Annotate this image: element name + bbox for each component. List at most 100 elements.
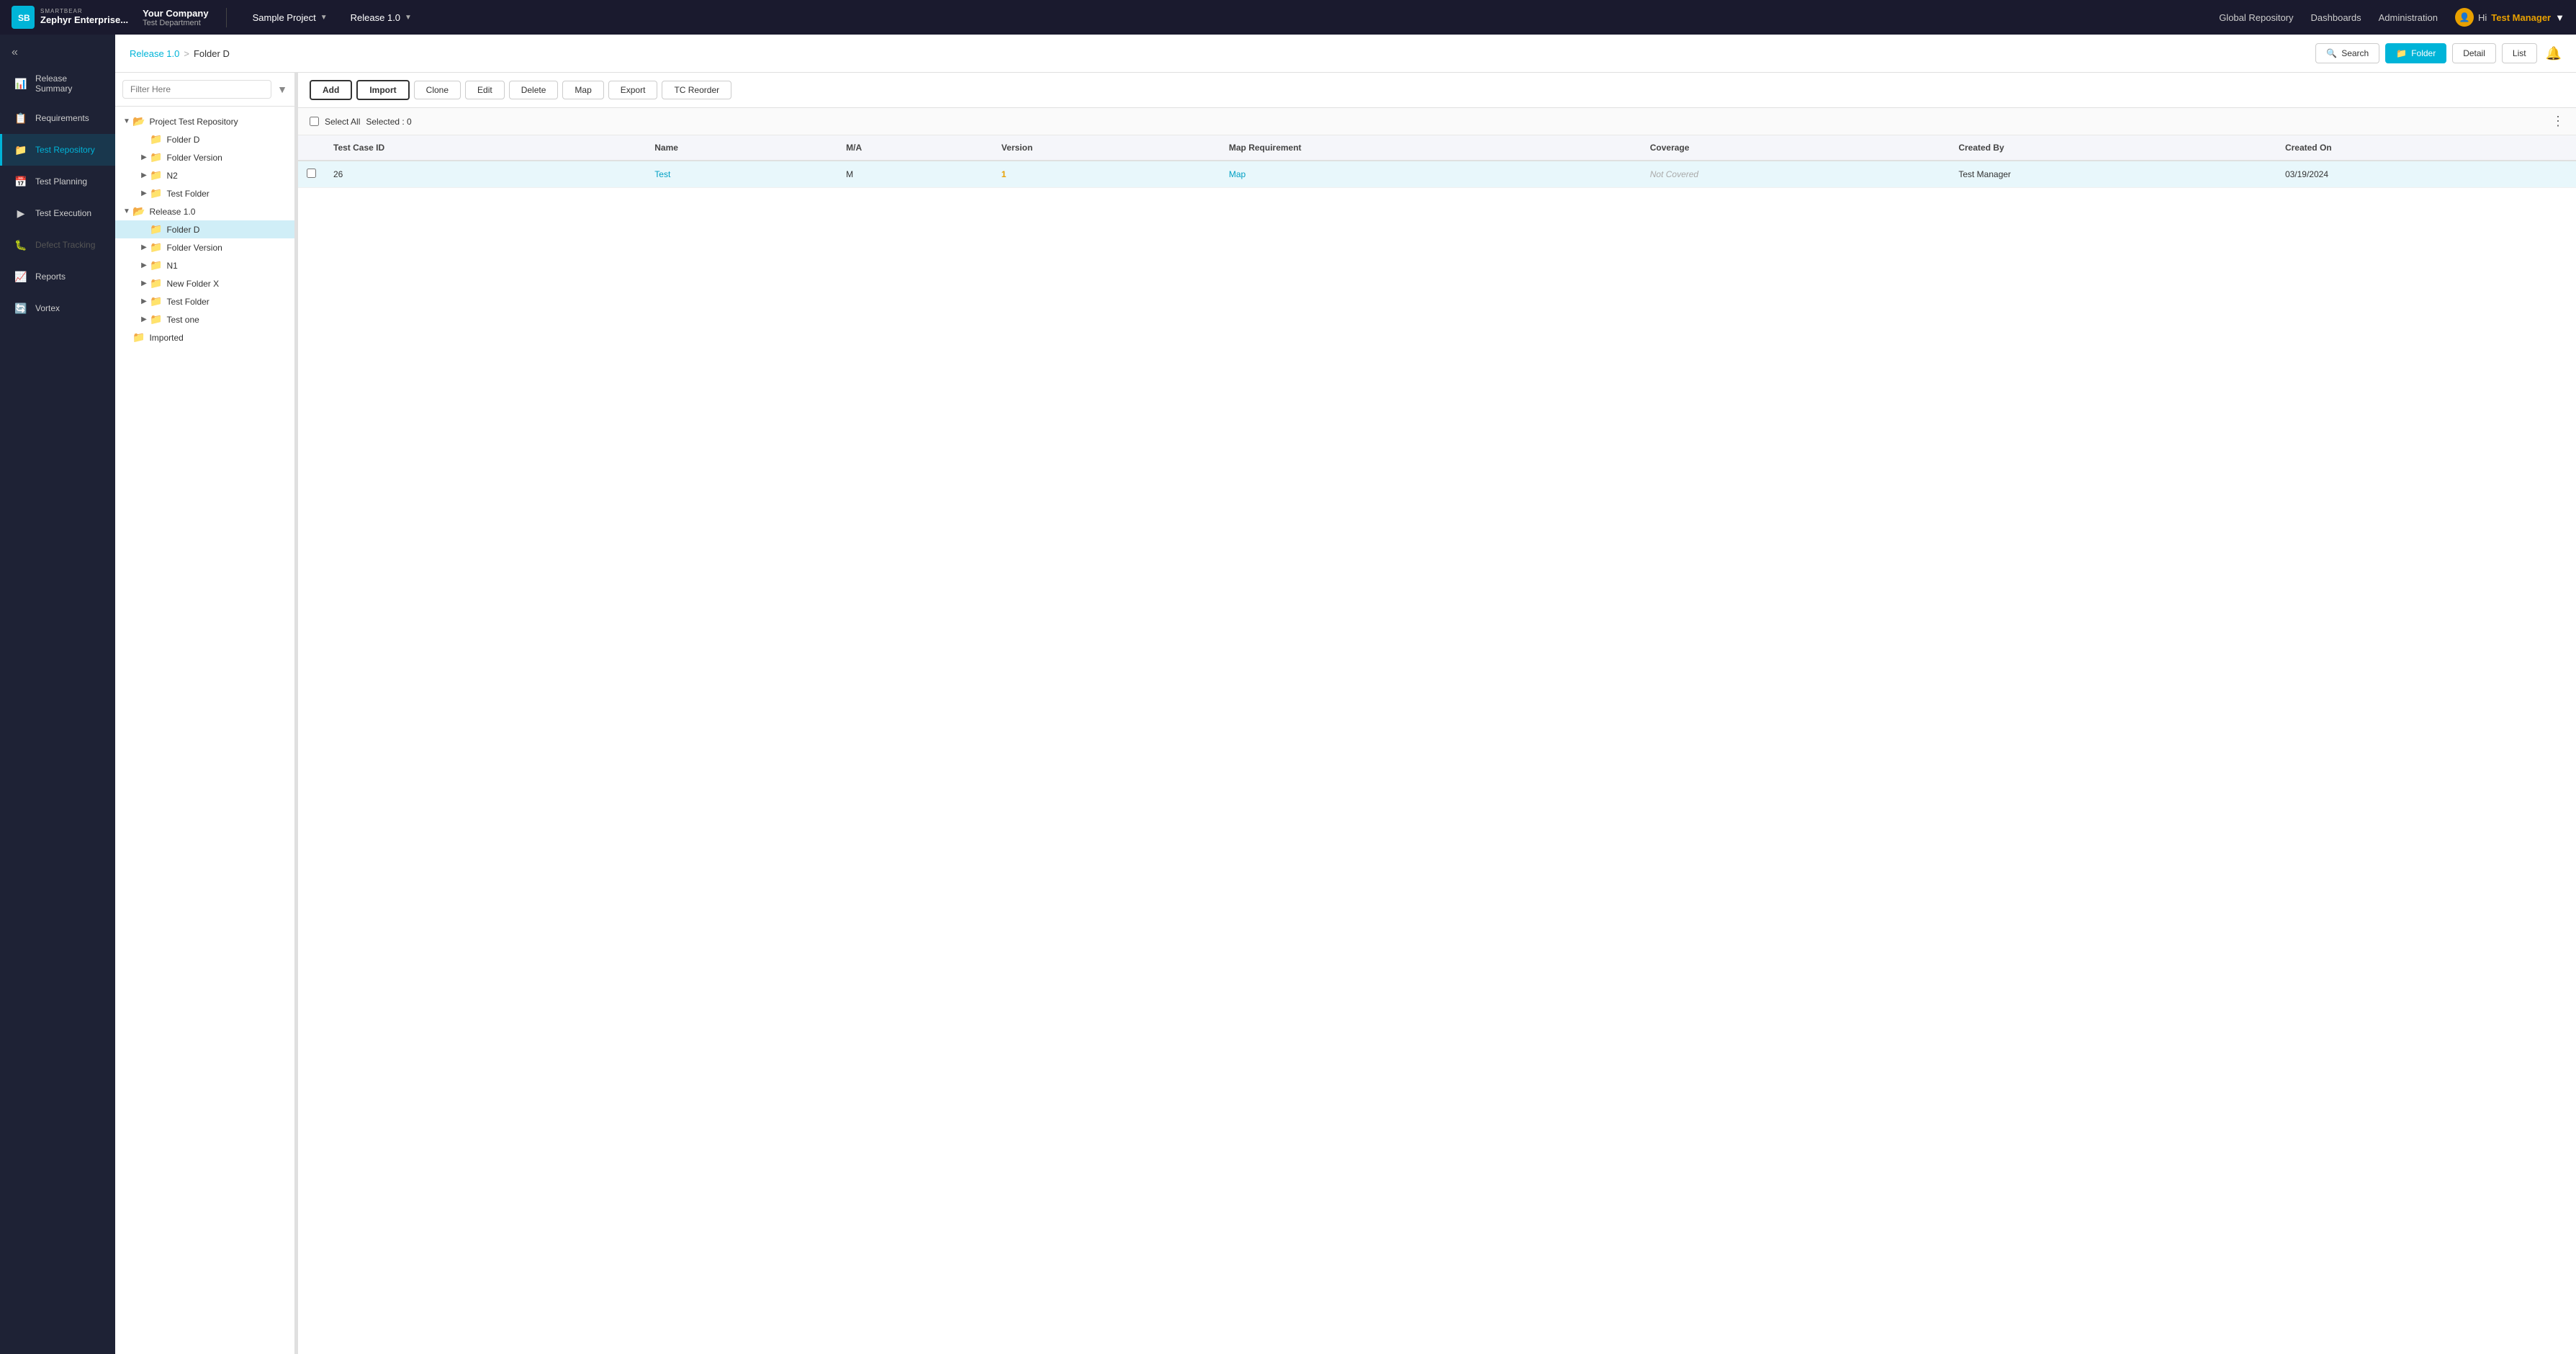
top-nav: SB SMARTBEAR Zephyr Enterprise... Your C…: [0, 0, 2576, 35]
row-name[interactable]: Test: [646, 161, 837, 188]
breadcrumb-parent[interactable]: Release 1.0: [130, 48, 179, 59]
sidebar-toggle[interactable]: «: [0, 40, 115, 65]
tree-node-new-folder-x[interactable]: ▶ 📁 New Folder X: [115, 274, 294, 292]
requirements-icon: 📋: [14, 111, 28, 125]
export-button[interactable]: Export: [608, 81, 658, 99]
tree-node-folder-d-release[interactable]: 📁 Folder D: [115, 220, 294, 238]
breadcrumb: Release 1.0 > Folder D: [130, 48, 230, 59]
table-row[interactable]: 26 Test M 1 Map Not Covered Test Manager…: [298, 161, 2576, 188]
sidebar-item-vortex[interactable]: 🔄 Vortex: [0, 292, 115, 324]
brand-bottom: Zephyr Enterprise...: [40, 15, 128, 25]
filter-bar: ▼: [115, 73, 294, 107]
tree-label-project: Project Test Repository: [149, 117, 238, 127]
row-checkbox[interactable]: [307, 169, 316, 178]
tree-node-imported[interactable]: 📁 Imported: [115, 328, 294, 346]
sidebar-item-release-summary[interactable]: 📊 Release Summary: [0, 65, 115, 102]
tc-reorder-button[interactable]: TC Reorder: [662, 81, 731, 99]
tree-toggle-new-folder-x[interactable]: ▶: [138, 279, 150, 287]
sidebar-item-label: Vortex: [35, 303, 60, 313]
search-button[interactable]: 🔍 Search: [2315, 43, 2379, 63]
row-checkbox-cell[interactable]: [298, 161, 325, 188]
folder-version-project-icon: 📁: [150, 151, 162, 163]
defect-tracking-icon: 🐛: [14, 238, 28, 252]
sidebar-item-label: Reports: [35, 272, 66, 282]
tree-label-test-folder-project: Test Folder: [166, 189, 209, 199]
tree-node-n1[interactable]: ▶ 📁 N1: [115, 256, 294, 274]
test-execution-icon: ▶: [14, 206, 28, 220]
tree-label-folder-version-project: Folder Version: [166, 153, 222, 163]
list-button[interactable]: List: [2502, 43, 2537, 63]
row-map-requirement[interactable]: Map: [1220, 161, 1641, 188]
administration-link[interactable]: Administration: [2379, 12, 2438, 23]
breadcrumb-bar: Release 1.0 > Folder D 🔍 Search 📁 Folder…: [115, 35, 2576, 73]
tree-label-imported: Imported: [149, 333, 183, 343]
imported-icon: 📁: [132, 331, 145, 344]
tree-container: ▼ 📂 Project Test Repository 📁 Folder D ▶…: [115, 107, 294, 1354]
map-button[interactable]: Map: [562, 81, 603, 99]
tree-toggle-project[interactable]: ▼: [121, 117, 132, 125]
select-all-checkbox[interactable]: [310, 117, 319, 126]
tree-toggle-test-one[interactable]: ▶: [138, 315, 150, 323]
edit-button[interactable]: Edit: [465, 81, 505, 99]
split-panel: ▼ ▼ 📂 Project Test Repository 📁 Folder D: [115, 73, 2576, 1354]
sidebar-item-test-planning[interactable]: 📅 Test Planning: [0, 166, 115, 197]
tree-toggle-n1[interactable]: ▶: [138, 261, 150, 269]
clone-button[interactable]: Clone: [414, 81, 461, 99]
sidebar-item-label: Release Summary: [35, 73, 104, 94]
main-layout: « 📊 Release Summary 📋 Requirements 📁 Tes…: [0, 35, 2576, 1354]
nav-right: Global Repository Dashboards Administrat…: [2219, 8, 2564, 27]
project-folder-icon: 📂: [132, 115, 145, 127]
col-version: Version: [993, 135, 1220, 161]
sidebar-item-label: Requirements: [35, 113, 89, 123]
tree-node-folder-version-release[interactable]: ▶ 📁 Folder Version: [115, 238, 294, 256]
hi-text: Hi: [2478, 12, 2487, 23]
tree-node-test-folder-release[interactable]: ▶ 📁 Test Folder: [115, 292, 294, 310]
sidebar-item-requirements[interactable]: 📋 Requirements: [0, 102, 115, 134]
sidebar-item-test-execution[interactable]: ▶ Test Execution: [0, 197, 115, 229]
release-arrow: ▼: [405, 14, 412, 22]
project-dropdown[interactable]: Sample Project ▼: [244, 8, 336, 27]
folder-button[interactable]: 📁 Folder: [2385, 43, 2446, 63]
brand[interactable]: SB SMARTBEAR Zephyr Enterprise...: [12, 6, 128, 29]
folder-version-release-icon: 📁: [150, 241, 162, 254]
release-folder-icon: 📂: [132, 205, 145, 218]
col-map-requirement: Map Requirement: [1220, 135, 1641, 161]
release-summary-icon: 📊: [14, 76, 28, 91]
tree-toggle-test-folder-project[interactable]: ▶: [138, 189, 150, 197]
detail-button[interactable]: Detail: [2452, 43, 2496, 63]
project-label: Sample Project: [253, 12, 316, 23]
vortex-icon: 🔄: [14, 301, 28, 315]
delete-button[interactable]: Delete: [509, 81, 559, 99]
tree-node-n2[interactable]: ▶ 📁 N2: [115, 166, 294, 184]
select-all-area: Select All Selected : 0: [310, 117, 412, 127]
dashboards-link[interactable]: Dashboards: [2311, 12, 2361, 23]
table: Test Case ID Name M/A Version Map Requir…: [298, 135, 2576, 188]
tree-node-release[interactable]: ▼ 📂 Release 1.0: [115, 202, 294, 220]
department-name: Test Department: [143, 19, 209, 27]
more-options-icon[interactable]: ⋮: [2552, 114, 2564, 129]
import-button[interactable]: Import: [356, 80, 409, 100]
tree-node-test-one[interactable]: ▶ 📁 Test one: [115, 310, 294, 328]
tree-node-folder-version-project[interactable]: ▶ 📁 Folder Version: [115, 148, 294, 166]
filter-input[interactable]: [122, 80, 271, 99]
sidebar-item-reports[interactable]: 📈 Reports: [0, 261, 115, 292]
user-badge[interactable]: 👤 Hi Test Manager ▼: [2455, 8, 2564, 27]
notification-bell-icon[interactable]: 🔔: [2546, 46, 2562, 61]
tree-toggle-release[interactable]: ▼: [121, 207, 132, 215]
tree-node-test-folder-project[interactable]: ▶ 📁 Test Folder: [115, 184, 294, 202]
tree-toggle-n2[interactable]: ▶: [138, 171, 150, 179]
release-label: Release 1.0: [351, 12, 400, 23]
sidebar-item-test-repository[interactable]: 📁 Test Repository: [0, 134, 115, 166]
global-repo-link[interactable]: Global Repository: [2219, 12, 2293, 23]
tree-node-folder-d-project[interactable]: 📁 Folder D: [115, 130, 294, 148]
folder-btn-icon: 📁: [2396, 48, 2407, 58]
select-all-label[interactable]: Select All: [325, 117, 360, 127]
tree-toggle-folder-version[interactable]: ▶: [138, 153, 150, 161]
tree-toggle-test-folder-release[interactable]: ▶: [138, 297, 150, 305]
tree-node-project-repo[interactable]: ▼ 📂 Project Test Repository: [115, 112, 294, 130]
add-button[interactable]: Add: [310, 80, 352, 100]
tree-toggle-folder-version-release[interactable]: ▶: [138, 243, 150, 251]
row-coverage: Not Covered: [1641, 161, 1950, 188]
filter-icon[interactable]: ▼: [277, 84, 287, 95]
release-dropdown[interactable]: Release 1.0 ▼: [342, 8, 420, 27]
